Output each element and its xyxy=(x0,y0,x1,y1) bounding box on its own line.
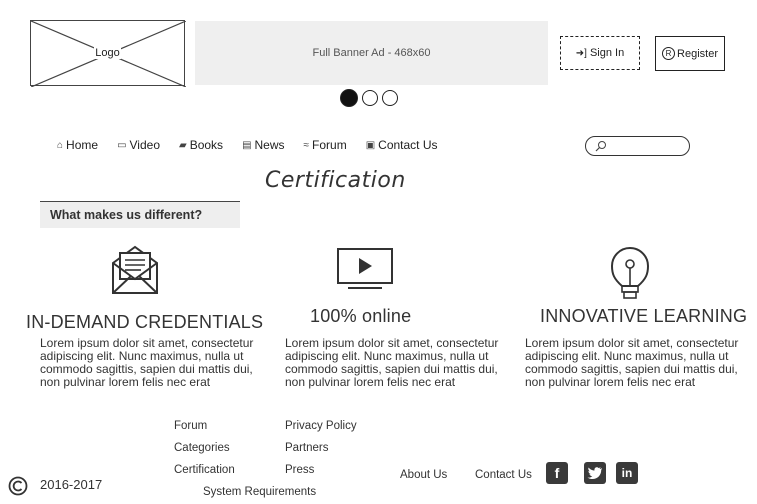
newspaper-icon: ▤ xyxy=(242,139,252,151)
carousel-dot[interactable] xyxy=(382,90,398,106)
footer-link-contact-us[interactable]: Contact Us xyxy=(475,469,532,481)
footer-link-certification[interactable]: Certification xyxy=(174,464,235,476)
banner-ad[interactable]: Full Banner Ad - 468x60 xyxy=(195,21,548,85)
nav-item-contact-us[interactable]: ▣ Contact Us xyxy=(366,138,438,152)
footer-link-privacy-policy[interactable]: Privacy Policy xyxy=(285,420,357,432)
feature-text: Lorem ipsum dolor sit amet, consectetur … xyxy=(285,336,499,389)
feature-text: Lorem ipsum dolor sit amet, consectetur … xyxy=(40,336,254,389)
nav-item-news[interactable]: ▤ News xyxy=(242,138,284,152)
nav-item-label: News xyxy=(254,138,285,152)
contact-card-icon: ▣ xyxy=(365,139,376,151)
video-icon: ▭ xyxy=(117,139,127,151)
registered-icon: R xyxy=(662,47,676,60)
nav-item-label: Contact Us xyxy=(378,138,438,152)
envelope-certificate-icon xyxy=(112,245,158,294)
main-nav: ⌂ Home ▭ Video ▰ Books ▤ News ≈ Forum ▣ … xyxy=(57,138,457,152)
home-icon: ⌂ xyxy=(57,139,64,151)
feature-text: Lorem ipsum dolor sit amet, consectetur … xyxy=(525,336,739,389)
carousel-dot[interactable] xyxy=(340,89,358,107)
lightbulb-icon xyxy=(610,247,650,299)
sign-in-icon: ➜] xyxy=(575,47,587,59)
feature-title: 100% online xyxy=(310,306,412,326)
nav-item-forum[interactable]: ≈ Forum xyxy=(304,138,347,152)
nav-item-label: Books xyxy=(189,138,224,152)
footer-link-categories[interactable]: Categories xyxy=(174,442,230,454)
search-icon xyxy=(595,141,606,152)
register-button[interactable]: R Register xyxy=(655,36,725,71)
banner-ad-label: Full Banner Ad - 468x60 xyxy=(312,47,431,59)
footer-link-system-requirements[interactable]: System Requirements xyxy=(203,486,316,498)
footer-link-forum[interactable]: Forum xyxy=(174,420,207,432)
carousel-indicators xyxy=(340,89,402,110)
footer-link-press[interactable]: Press xyxy=(285,464,314,476)
footer-link-about-us[interactable]: About Us xyxy=(400,469,447,481)
nav-item-label: Forum xyxy=(312,138,347,152)
footer-link-partners[interactable]: Partners xyxy=(285,442,328,454)
facebook-icon[interactable]: f xyxy=(546,462,568,484)
sign-in-label: Sign In xyxy=(589,47,625,59)
sign-in-button[interactable]: ➜] Sign In xyxy=(560,36,640,70)
search-input[interactable] xyxy=(585,136,690,156)
forum-icon: ≈ xyxy=(303,139,310,151)
nav-item-books[interactable]: ▰ Books xyxy=(179,138,223,152)
book-icon: ▰ xyxy=(179,139,187,151)
feature-title: IN-DEMAND CREDENTIALS xyxy=(26,312,264,332)
nav-item-label: Home xyxy=(66,138,99,152)
linkedin-icon[interactable]: in xyxy=(616,462,638,484)
twitter-icon[interactable] xyxy=(584,462,606,484)
copyright-year: 2016-2017 xyxy=(40,477,103,492)
nav-item-video[interactable]: ▭ Video xyxy=(117,138,160,152)
copyright-icon xyxy=(8,476,28,496)
page-title: Certification xyxy=(265,168,406,193)
twitter-bird-glyph xyxy=(587,467,602,480)
logo-label: Logo xyxy=(94,47,121,59)
register-label: Register xyxy=(677,47,718,60)
nav-item-label: Video xyxy=(129,138,160,152)
logo-placeholder[interactable]: Logo xyxy=(30,20,186,87)
feature-title: INNOVATIVE LEARNING xyxy=(540,306,748,326)
carousel-dot[interactable] xyxy=(362,90,378,106)
nav-item-home[interactable]: ⌂ Home xyxy=(57,138,98,152)
play-screen-icon xyxy=(337,248,393,289)
section-heading: What makes us different? xyxy=(40,201,240,228)
